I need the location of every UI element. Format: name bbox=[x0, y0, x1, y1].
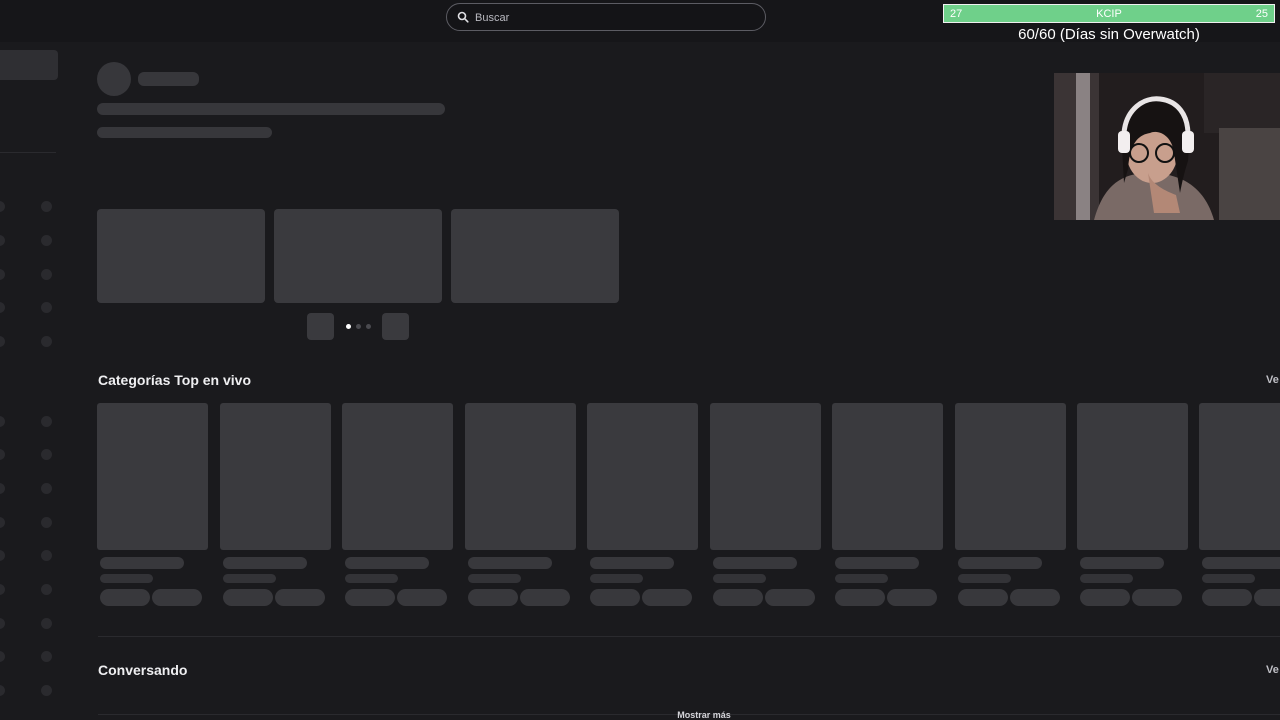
show-more-container: Mostrar más bbox=[0, 0, 1280, 720]
show-more-button[interactable]: Mostrar más bbox=[0, 710, 1280, 720]
